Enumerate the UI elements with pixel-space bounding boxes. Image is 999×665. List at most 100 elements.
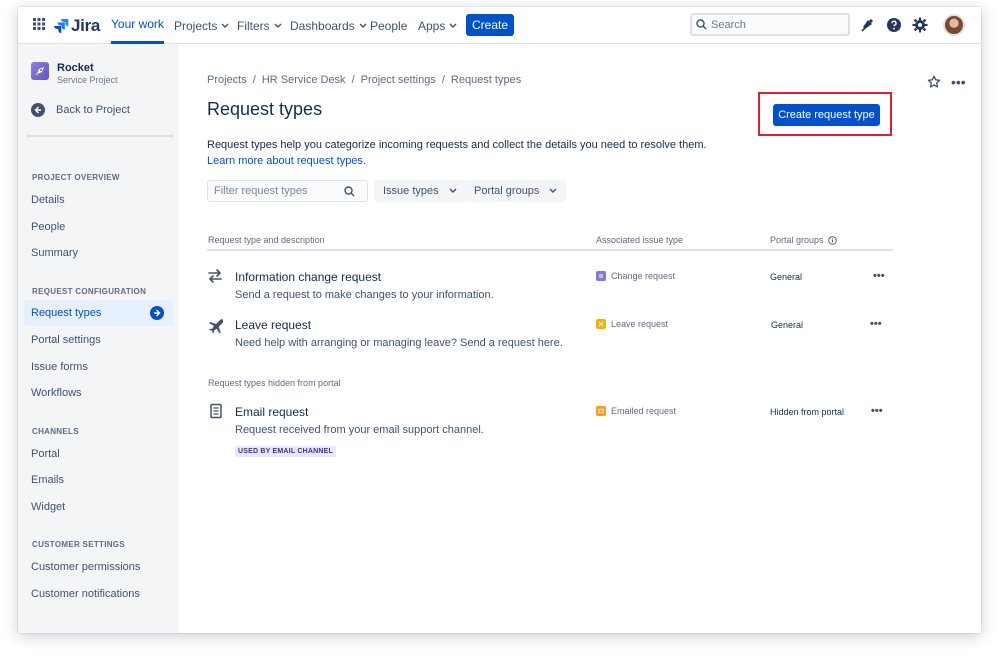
chevron-down-icon [221, 23, 229, 28]
sidebar-item-portal-settings[interactable]: Portal settings [31, 334, 101, 346]
sidebar-item-summary[interactable]: Summary [31, 247, 78, 259]
project-header[interactable]: Rocket Service Project [31, 62, 118, 86]
help-icon[interactable] [886, 17, 902, 33]
row-desc-leave-request: Need help with arranging or managing lea… [235, 337, 563, 349]
arrow-left-icon [31, 103, 45, 117]
sidebar-item-customer-notifications[interactable]: Customer notifications [31, 588, 140, 600]
chevron-down-icon [274, 23, 282, 28]
user-avatar[interactable] [943, 14, 965, 36]
row-desc-information-change: Send a request to make changes to your i… [235, 289, 494, 301]
description-text: Request types help you categorize incomi… [207, 139, 707, 151]
back-to-project-link[interactable]: Back to Project [31, 103, 130, 117]
issue-type-label: Change request [611, 271, 676, 281]
app-switcher-icon[interactable] [33, 18, 45, 30]
issue-type-emailed-request: Emailed request [596, 406, 676, 416]
star-icon[interactable] [927, 75, 941, 89]
nav-apps-label: Apps [418, 18, 446, 33]
chevron-down-icon [359, 23, 367, 28]
sidebar-item-issue-forms[interactable]: Issue forms [31, 361, 88, 373]
arrows-swap-icon [208, 269, 222, 283]
page-description: Request types help you categorize incomi… [207, 137, 707, 169]
nav-projects-label: Projects [174, 18, 218, 33]
jira-logo-icon [54, 19, 69, 34]
row-title-information-change[interactable]: Information change request [235, 270, 381, 284]
nav-apps[interactable]: Apps [418, 7, 457, 44]
search-icon [696, 19, 707, 30]
breadcrumb-project-settings[interactable]: Project settings [361, 74, 436, 86]
row-title-leave-request[interactable]: Leave request [235, 318, 311, 332]
emailed-request-icon [596, 406, 606, 416]
create-request-type-button[interactable]: Create request type [773, 104, 880, 126]
row-more-icon[interactable]: ••• [871, 405, 883, 417]
issue-type-leave-request: Leave request [596, 319, 668, 329]
nav-your-work-label: Your work [111, 17, 164, 31]
breadcrumb-projects[interactable]: Projects [207, 74, 247, 86]
arrow-right-icon [150, 306, 164, 320]
create-button[interactable]: Create [466, 14, 514, 36]
change-request-icon [596, 271, 606, 281]
search-box[interactable] [690, 13, 850, 36]
search-input[interactable] [711, 18, 841, 31]
table-header-divider [207, 249, 893, 251]
nav-your-work[interactable]: Your work [111, 7, 164, 44]
more-actions-icon[interactable]: ••• [951, 74, 966, 90]
sidebar-item-portal[interactable]: Portal [31, 448, 60, 460]
project-sidebar: Rocket Service Project Back to Project P… [18, 44, 178, 633]
sidebar-item-people[interactable]: People [31, 221, 65, 233]
document-icon [210, 403, 222, 419]
learn-more-link[interactable]: Learn more about request types. [207, 153, 707, 169]
project-name: Rocket [57, 62, 94, 74]
issue-type-label: Emailed request [611, 406, 677, 416]
nav-filters-label: Filters [237, 18, 270, 33]
notifications-icon[interactable] [860, 17, 876, 33]
airplane-icon [209, 319, 223, 333]
filter-box[interactable] [207, 180, 368, 202]
hidden-from-portal-heading: Request types hidden from portal [208, 378, 341, 388]
column-header-issue-type[interactable]: Associated issue type [596, 235, 683, 245]
jira-logo-text: Jira [71, 16, 101, 35]
portal-groups-dropdown[interactable]: Portal groups [465, 180, 567, 202]
chevron-down-icon [449, 188, 457, 193]
breadcrumb-hr-service-desk[interactable]: HR Service Desk [262, 74, 346, 86]
settings-gear-icon[interactable] [912, 17, 928, 33]
jira-logo[interactable]: Jira [53, 16, 100, 36]
portal-group-hidden: Hidden from portal [770, 407, 845, 417]
breadcrumb-separator: / [252, 74, 256, 86]
nav-projects[interactable]: Projects [174, 7, 229, 44]
back-to-project-label: Back to Project [56, 104, 130, 116]
nav-filters[interactable]: Filters [237, 7, 282, 44]
portal-groups-label: Portal groups [474, 185, 540, 197]
used-by-email-channel-lozenge: USED BY EMAIL CHANNEL [235, 446, 336, 457]
info-icon[interactable] [827, 235, 837, 245]
sidebar-item-customer-permissions[interactable]: Customer permissions [31, 561, 140, 573]
issue-types-label: Issue types [383, 185, 439, 197]
nav-dashboards-label: Dashboards [290, 18, 355, 33]
main-content: Projects / HR Service Desk / Project set… [178, 44, 981, 633]
row-more-icon[interactable]: ••• [873, 270, 885, 282]
issue-types-dropdown[interactable]: Issue types [374, 180, 466, 202]
sidebar-item-emails[interactable]: Emails [31, 474, 64, 486]
rocket-project-icon [31, 62, 49, 80]
nav-people[interactable]: People [370, 7, 407, 44]
page-title: Request types [207, 99, 323, 119]
leave-request-icon [596, 319, 606, 329]
sidebar-item-details[interactable]: Details [31, 194, 65, 206]
section-channels: CHANNELS [32, 427, 79, 436]
issue-type-label: Leave request [611, 319, 669, 329]
app-window: Jira Your work Projects Filters Dashboar… [18, 7, 981, 633]
sidebar-item-request-types-label: Request types [31, 307, 102, 319]
row-desc-email-request: Request received from your email support… [235, 424, 484, 436]
breadcrumb-request-types[interactable]: Request types [451, 74, 521, 86]
row-title-email-request[interactable]: Email request [235, 405, 308, 419]
column-header-portal-groups[interactable]: Portal groups [770, 235, 837, 245]
sidebar-item-request-types[interactable]: Request types [24, 300, 173, 326]
top-navigation: Jira Your work Projects Filters Dashboar… [18, 7, 981, 44]
section-project-overview: PROJECT OVERVIEW [32, 173, 120, 182]
column-header-request-type[interactable]: Request type and description [208, 235, 325, 245]
nav-dashboards[interactable]: Dashboards [290, 7, 367, 44]
sidebar-item-workflows[interactable]: Workflows [31, 387, 82, 399]
row-more-icon[interactable]: ••• [870, 318, 882, 330]
sidebar-item-widget[interactable]: Widget [31, 501, 65, 513]
filter-request-types-input[interactable] [214, 185, 344, 197]
chevron-down-icon [549, 188, 557, 193]
